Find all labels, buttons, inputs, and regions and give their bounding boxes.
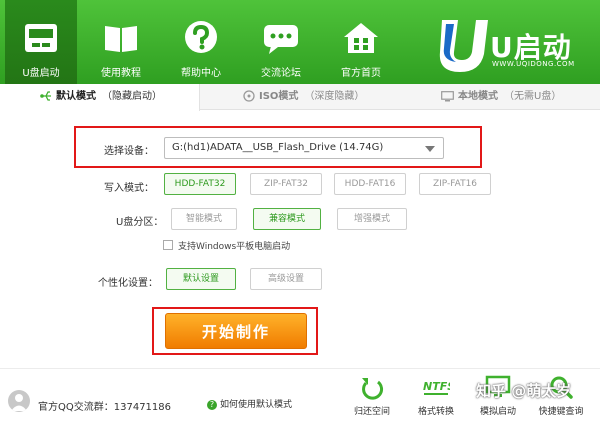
personalize-label: 个性化设置： [98, 278, 158, 289]
nav-item-help-center[interactable]: 帮助中心 [165, 0, 237, 84]
help-link-label: 如何使用默认模式 [220, 400, 293, 410]
nav-label: U盘启动 [22, 68, 60, 79]
tab-label: ISO模式 [259, 91, 299, 102]
tool-label: 模拟启动 [479, 407, 516, 417]
tab-label: 默认模式 [56, 91, 96, 102]
tool-label: 格式转换 [417, 407, 454, 417]
tab-iso-mode[interactable]: ISO模式 （深度隐藏） [243, 84, 423, 110]
start-button[interactable]: 开始制作 [165, 313, 307, 349]
partition-smart-mode[interactable]: 智能模式 [171, 208, 237, 230]
help-link-default-mode[interactable]: ? 如何使用默认模式 [207, 397, 292, 410]
write-mode-hdd-fat32[interactable]: HDD-FAT32 [164, 173, 236, 195]
tool-restore-space[interactable]: 归还空间 [347, 374, 397, 417]
restore-icon [362, 378, 383, 400]
help-icon [185, 21, 217, 53]
chat-icon [264, 25, 298, 54]
tab-local-mode[interactable]: 本地模式 （无需U盘） [441, 84, 600, 110]
tool-label: 归还空间 [353, 407, 390, 417]
write-mode-label: 写入模式： [104, 183, 154, 194]
logo-url: WWW.UQIDONG.COM [492, 60, 575, 68]
write-mode-zip-fat16[interactable]: ZIP-FAT16 [419, 173, 491, 195]
footer-divider [0, 368, 600, 369]
personalize-advanced-settings[interactable]: 高级设置 [250, 268, 322, 290]
device-label: 选择设备： [104, 146, 154, 157]
device-select[interactable]: G:(hd1)ADATA__USB_Flash_Drive (14.74G) [164, 137, 444, 159]
nav-item-usb-boot[interactable]: U盘启动 [5, 0, 77, 84]
tablet-boot-label: 支持Windows平板电脑启动 [178, 242, 291, 252]
help-icon: ? [207, 399, 217, 410]
monitor-icon [441, 90, 454, 101]
chevron-down-icon [425, 146, 435, 152]
personalize-default-settings[interactable]: 默认设置 [166, 268, 236, 290]
tab-label: 本地模式 [458, 91, 498, 102]
qq-group-text: 官方QQ交流群：137471186 [38, 402, 172, 413]
tab-note: （隐藏启动） [102, 91, 162, 102]
tool-format-convert[interactable]: NTFS 格式转换 [411, 374, 461, 417]
avatar [8, 390, 30, 412]
nav-item-forum[interactable]: 交流论坛 [245, 0, 317, 84]
user-icon [11, 394, 27, 411]
usb-symbol-icon [40, 91, 51, 101]
mode-tabs: 默认模式 （隐藏启动） ISO模式 （深度隐藏） 本地模式 （无需U盘） [0, 84, 600, 111]
nav-label: 帮助中心 [181, 68, 221, 79]
book-icon [105, 26, 137, 52]
home-icon [344, 23, 378, 53]
top-nav-bar: U盘启动 使用教程 帮助中心 交流论坛 官方首页 U启动 WWW.UQIDONG… [0, 0, 600, 84]
nav-label: 交流论坛 [261, 68, 301, 79]
tab-note: （无需U盘） [504, 91, 562, 102]
tool-label: 快捷键查询 [538, 407, 584, 417]
partition-label: U盘分区： [116, 217, 164, 228]
nav-item-tutorial[interactable]: 使用教程 [85, 0, 157, 84]
partition-enhanced-mode[interactable]: 增强模式 [337, 208, 407, 230]
svg-text:NTFS: NTFS [423, 380, 450, 393]
tab-default-mode[interactable]: 默认模式 （隐藏启动） [0, 84, 200, 111]
write-mode-zip-fat32[interactable]: ZIP-FAT32 [250, 173, 322, 195]
nav-label: 官方首页 [341, 68, 381, 79]
tab-note: （深度隐藏） [304, 91, 365, 102]
watermark-text: 知乎 @萌太岁 [476, 382, 572, 400]
disc-icon [243, 90, 255, 102]
nav-label: 使用教程 [101, 68, 141, 79]
partition-compatible-mode[interactable]: 兼容模式 [253, 208, 321, 230]
device-select-value: G:(hd1)ADATA__USB_Flash_Drive (14.74G) [172, 142, 384, 153]
write-mode-hdd-fat16[interactable]: HDD-FAT16 [334, 173, 406, 195]
nav-item-homepage[interactable]: 官方首页 [325, 0, 397, 84]
tablet-boot-checkbox[interactable] [163, 240, 173, 250]
usb-drive-icon [25, 24, 57, 52]
ntfs-icon: NTFS [423, 380, 450, 395]
